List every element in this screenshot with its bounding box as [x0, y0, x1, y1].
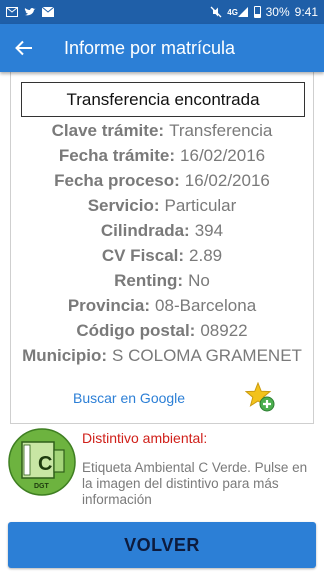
field-label: Cilindrada: [100, 220, 190, 240]
record-card: Transferencia encontrada Clave trámite: T… [10, 72, 314, 424]
field-list: Clave trámite: Transferencia Fecha trámit… [11, 118, 313, 368]
volver-button[interactable]: VOLVER [8, 522, 316, 568]
app-bar: Informe por matrícula [0, 24, 324, 72]
field-fecha-tramite: Fecha trámite: 16/02/2016 [11, 143, 313, 168]
mute-icon [210, 6, 222, 18]
mail-icon [42, 6, 54, 18]
environmental-badge-icon[interactable]: C DGT [8, 428, 76, 496]
field-value: 394 [194, 220, 224, 240]
twitter-icon [24, 6, 36, 18]
field-value: No [188, 270, 210, 290]
field-value: 16/02/2016 [184, 170, 270, 190]
field-label: CV Fiscal: [101, 245, 185, 265]
field-value: 16/02/2016 [180, 145, 266, 165]
signal-icon: 4G [227, 6, 249, 18]
status-box: Transferencia encontrada [21, 82, 305, 117]
battery-percent: 30% [265, 5, 290, 19]
field-value: Particular [164, 195, 237, 215]
field-value: Transferencia [169, 120, 273, 140]
distintivo-section: C DGT Distintivo ambiental: Etiqueta Amb… [0, 426, 324, 516]
back-button[interactable] [0, 24, 48, 72]
field-value: 2.89 [189, 245, 223, 265]
status-bar: 4G 30% 9:41 [0, 0, 324, 24]
field-fecha-proceso: Fecha proceso: 16/02/2016 [11, 168, 313, 193]
field-label: Servicio: [87, 195, 160, 215]
gmail-icon [6, 6, 18, 18]
distintivo-title: Distintivo ambiental: [82, 430, 208, 446]
page-title: Informe por matrícula [64, 37, 236, 58]
field-servicio: Servicio: Particular [11, 193, 313, 218]
field-value: 08-Barcelona [155, 295, 257, 315]
field-value: S COLOMA GRAMENET [112, 345, 302, 365]
field-codigo-postal: Código postal: 08922 [11, 318, 313, 343]
google-search-link[interactable]: Buscar en Google [73, 390, 185, 406]
field-label: Clave trámite: [51, 120, 165, 140]
field-cv-fiscal: CV Fiscal: 2.89 [11, 243, 313, 268]
field-label: Provincia: [67, 295, 151, 315]
field-clave-tramite: Clave trámite: Transferencia [11, 118, 313, 143]
field-label: Código postal: [76, 320, 196, 340]
field-cilindrada: Cilindrada: 394 [11, 218, 313, 243]
network-label: 4G [227, 7, 238, 17]
badge-letter: C [38, 453, 52, 475]
field-provincia: Provincia: 08-Barcelona [11, 293, 313, 318]
field-value: 08922 [200, 320, 248, 340]
clock: 9:41 [294, 5, 318, 19]
field-renting: Renting: No [11, 268, 313, 293]
field-label: Fecha proceso: [54, 170, 180, 190]
favorite-add-icon[interactable] [244, 381, 275, 412]
field-label: Fecha trámite: [58, 145, 176, 165]
back-arrow-icon [15, 40, 32, 56]
battery-icon [253, 6, 261, 18]
field-municipio: Municipio: S COLOMA GRAMENET [11, 343, 313, 368]
field-label: Renting: [114, 270, 184, 290]
distintivo-description[interactable]: Etiqueta Ambiental C Verde. Pulse en la … [82, 460, 320, 508]
field-label: Municipio: [22, 345, 108, 365]
badge-logo-text: DGT [34, 483, 50, 490]
